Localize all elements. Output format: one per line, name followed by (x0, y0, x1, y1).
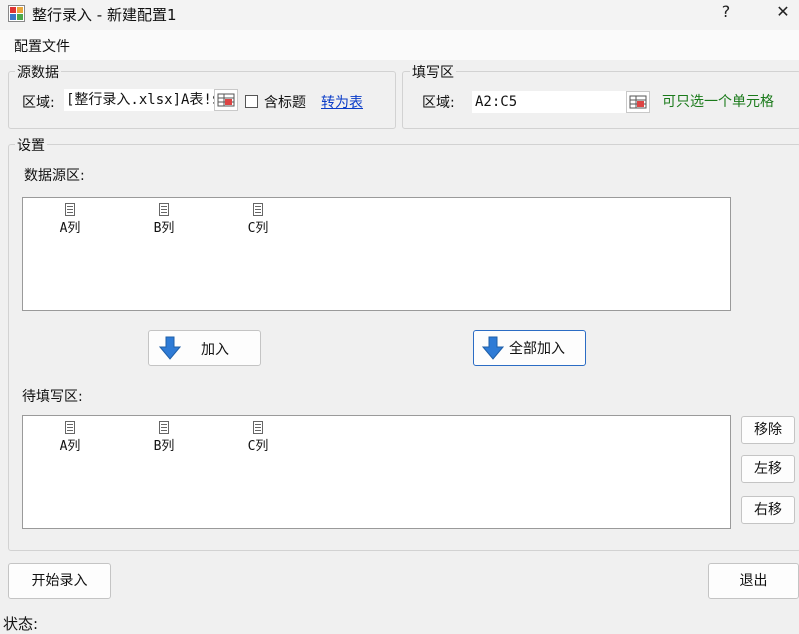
fill-area-hint: 可只选一个单元格 (662, 94, 774, 110)
column-label: C列 (247, 221, 269, 236)
source-range-label: 区域: (22, 95, 55, 111)
status-label: 状态: (3, 615, 39, 633)
column-label: A列 (59, 439, 81, 454)
list-item[interactable]: C列 (223, 421, 293, 454)
has-header-label: 含标题 (264, 95, 306, 111)
close-button[interactable]: ✕ (770, 2, 796, 26)
source-columns-list[interactable]: A列 B列 C列 (22, 197, 731, 311)
move-left-button[interactable]: 左移 (741, 455, 795, 483)
down-arrow-icon (159, 336, 181, 360)
add-button-label: 加入 (201, 342, 229, 358)
window-title: 整行录入 - 新建配置1 (32, 6, 177, 24)
fill-range-input[interactable]: A2:C5 (472, 91, 627, 113)
source-data-legend: 源数据 (15, 62, 61, 82)
column-icon (65, 203, 75, 216)
menu-item-config-file[interactable]: 配置文件 (14, 36, 70, 56)
fill-range-select-button[interactable] (626, 91, 650, 113)
status-bar (0, 609, 799, 634)
pending-list-label: 待填写区: (22, 389, 83, 405)
exit-button[interactable]: 退出 (708, 563, 799, 599)
down-arrow-icon (482, 336, 504, 360)
fill-area-legend: 填写区 (410, 62, 456, 82)
list-item[interactable]: C列 (223, 203, 293, 236)
column-icon (253, 421, 263, 434)
add-button[interactable]: 加入 (148, 330, 261, 366)
range-select-icon (629, 95, 647, 109)
help-button[interactable]: ? (716, 2, 736, 26)
column-icon (159, 203, 169, 216)
menu-bar (0, 30, 799, 60)
list-item[interactable]: A列 (35, 421, 105, 454)
list-item[interactable]: A列 (35, 203, 105, 236)
column-icon (253, 203, 263, 216)
list-item[interactable]: B列 (129, 421, 199, 454)
column-label: B列 (153, 439, 175, 454)
column-label: C列 (247, 439, 269, 454)
pending-columns-list[interactable]: A列 B列 C列 (22, 415, 731, 529)
remove-button[interactable]: 移除 (741, 416, 795, 444)
source-range-input[interactable]: [整行录入.xlsx]A表!$A$1:$C$7 (64, 89, 216, 111)
column-label: A列 (59, 221, 81, 236)
column-icon (65, 421, 75, 434)
fill-range-label: 区域: (422, 95, 455, 111)
column-icon (159, 421, 169, 434)
convert-to-table-link[interactable]: 转为表 (321, 92, 363, 112)
source-range-select-button[interactable] (214, 89, 238, 111)
add-all-button-label: 全部加入 (509, 341, 565, 357)
list-item[interactable]: B列 (129, 203, 199, 236)
app-icon (8, 5, 25, 22)
has-header-checkbox[interactable] (245, 95, 258, 108)
start-entry-button[interactable]: 开始录入 (8, 563, 111, 599)
range-select-icon (217, 93, 235, 107)
settings-legend: 设置 (15, 135, 47, 155)
source-list-label: 数据源区: (24, 168, 85, 184)
move-right-button[interactable]: 右移 (741, 496, 795, 524)
column-label: B列 (153, 221, 175, 236)
add-all-button[interactable]: 全部加入 (473, 330, 586, 366)
